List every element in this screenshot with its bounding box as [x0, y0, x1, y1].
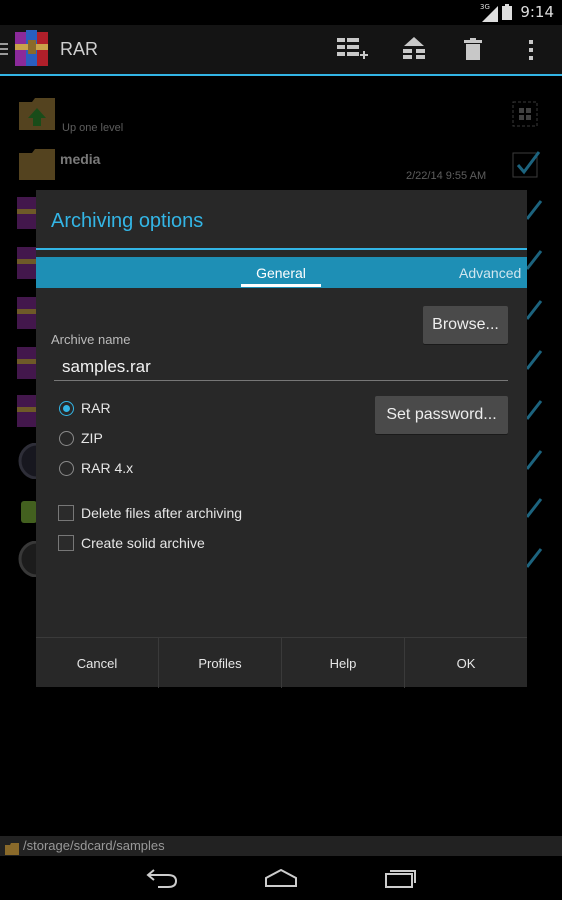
tab-general[interactable]: General	[241, 265, 321, 281]
app-title: RAR	[60, 39, 99, 59]
help-button[interactable]: Help	[282, 638, 405, 688]
solid-archive-option[interactable]: Create solid archive	[58, 535, 318, 555]
rar-app-icon[interactable]	[13, 28, 53, 74]
cancel-button[interactable]: Cancel	[36, 638, 159, 688]
delete-icon[interactable]	[464, 38, 482, 64]
extract-icon[interactable]	[402, 37, 426, 67]
format-label: RAR	[81, 400, 111, 416]
browse-button[interactable]: Browse...	[423, 306, 508, 344]
delete-files-option[interactable]: Delete files after archiving	[58, 505, 318, 525]
radio-unselected-icon	[59, 461, 74, 476]
navigation-bar	[0, 856, 562, 900]
tab-advanced[interactable]: Advanced	[459, 265, 521, 281]
menu-indicator-icon[interactable]	[0, 41, 8, 61]
dialog-title-divider	[36, 248, 527, 250]
signal-icon: 3G	[480, 3, 498, 22]
format-radio-rar[interactable]: RAR	[59, 400, 159, 421]
dialog-title: Archiving options	[51, 210, 204, 232]
path-bar: /storage/sdcard/samples	[0, 836, 562, 856]
archive-name-value: samples.rar	[62, 357, 151, 376]
battery-icon	[502, 4, 512, 24]
ok-button[interactable]: OK	[405, 638, 527, 688]
radio-unselected-icon	[59, 431, 74, 446]
home-icon[interactable]	[264, 868, 298, 891]
format-radio-zip[interactable]: ZIP	[59, 430, 159, 451]
format-label: ZIP	[81, 430, 103, 446]
archiving-options-dialog: Archiving options General Advanced Brows…	[36, 190, 527, 688]
recent-apps-icon[interactable]	[385, 868, 417, 892]
archive-name-input[interactable]: samples.rar	[54, 354, 508, 381]
add-to-archive-icon[interactable]	[337, 36, 369, 68]
back-icon[interactable]	[146, 868, 178, 892]
option-label: Delete files after archiving	[81, 505, 243, 521]
archive-name-label: Archive name	[51, 332, 131, 347]
checkbox-unchecked-icon	[58, 505, 74, 521]
current-path: /storage/sdcard/samples	[23, 838, 165, 853]
profiles-button[interactable]: Profiles	[159, 638, 282, 688]
active-tab-indicator	[241, 284, 321, 287]
status-bar: 3G 9:14	[0, 0, 562, 25]
format-radio-rar4[interactable]: RAR 4.x	[59, 460, 159, 481]
set-password-button[interactable]: Set password...	[375, 396, 508, 434]
action-bar: RAR	[0, 25, 562, 74]
overflow-menu-icon[interactable]	[528, 40, 534, 64]
status-time: 9:14	[520, 3, 554, 21]
option-label: Create solid archive	[81, 535, 205, 551]
radio-selected-icon	[59, 401, 74, 416]
checkbox-unchecked-icon	[58, 535, 74, 551]
tab-bar: General Advanced	[36, 257, 527, 288]
dialog-button-bar: Cancel Profiles Help OK	[36, 637, 527, 688]
status-icons: 3G	[480, 3, 512, 24]
format-label: RAR 4.x	[81, 460, 134, 476]
